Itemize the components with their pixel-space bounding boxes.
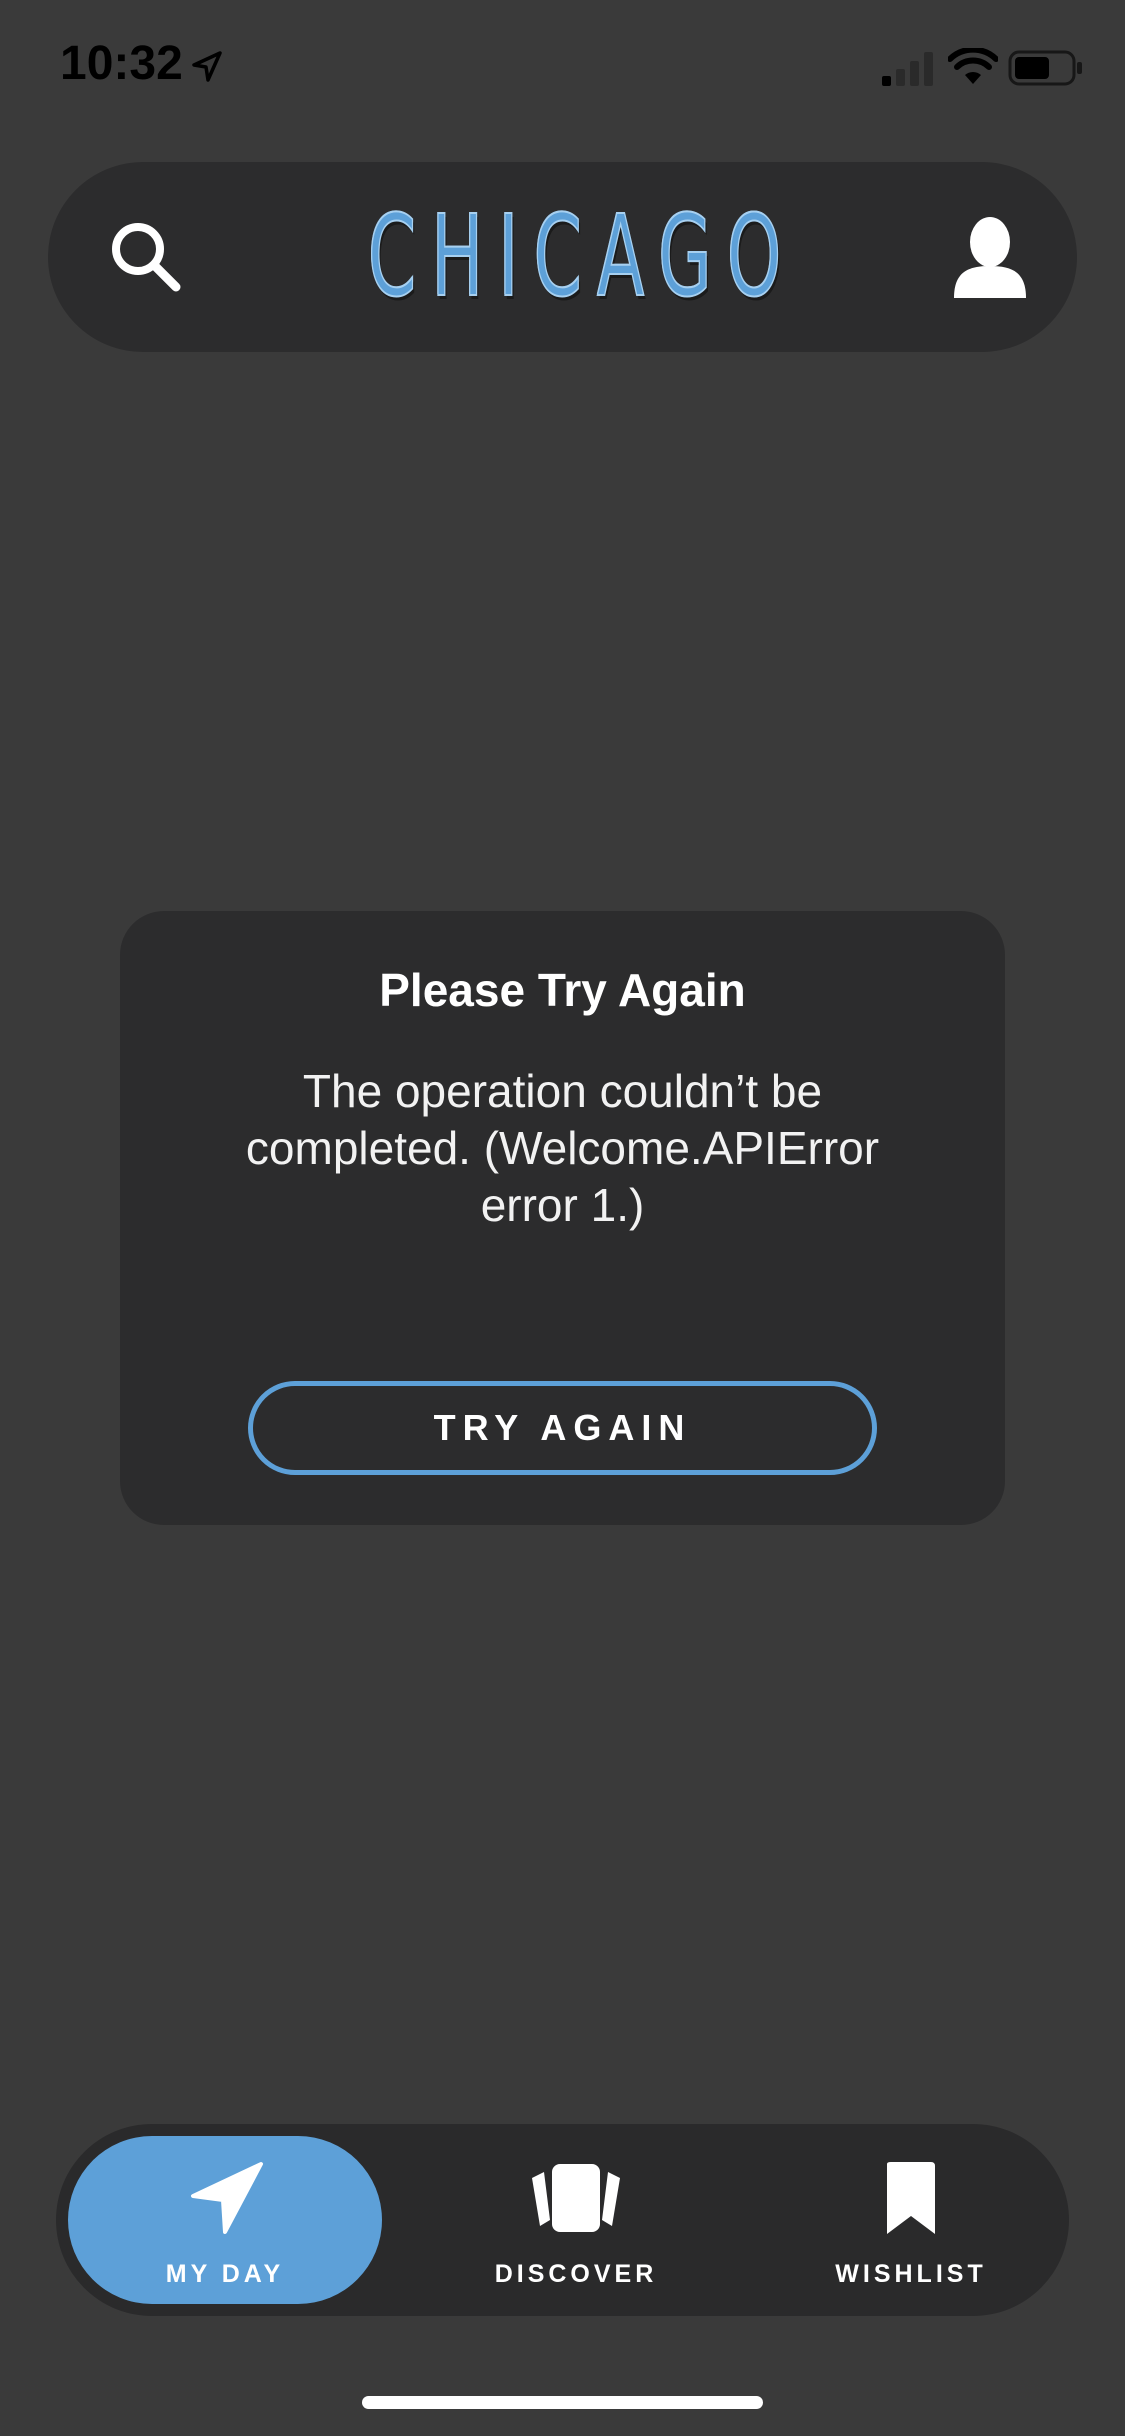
location-arrow-icon (192, 51, 222, 82)
error-message: The operation couldn’t be completed. (We… (245, 1065, 880, 1231)
bottom-tab-bar: MY DAY DISCOVER WISHLIST (56, 2124, 1069, 2316)
city-title-logo: CHICAGO (367, 191, 797, 323)
search-icon[interactable] (106, 217, 186, 297)
cellular-signal-icon (882, 52, 933, 86)
bookmark-icon (887, 2162, 935, 2234)
tab-my-day[interactable]: MY DAY (68, 2136, 382, 2304)
battery-icon (1008, 50, 1082, 86)
tab-label-wishlist: WISHLIST (835, 2260, 987, 2288)
status-time: 10:32 (60, 37, 183, 90)
error-title: Please Try Again (379, 964, 746, 1016)
profile-icon[interactable] (948, 212, 1032, 302)
wifi-icon (948, 48, 998, 84)
try-again-label: TRY AGAIN (433, 1407, 692, 1448)
error-dialog: Please Try Again The operation couldn’t … (120, 911, 1005, 1525)
tab-label-discover: DISCOVER (494, 2260, 658, 2288)
navigation-arrow-icon (191, 2162, 263, 2234)
tab-discover[interactable]: DISCOVER (456, 2136, 696, 2304)
header-bar: CHICAGO (48, 162, 1077, 352)
cards-icon (532, 2164, 620, 2232)
tab-wishlist[interactable]: WISHLIST (791, 2136, 1031, 2304)
try-again-button[interactable]: TRY AGAIN (248, 1381, 877, 1475)
home-indicator[interactable] (362, 2396, 763, 2409)
tab-label-my-day: MY DAY (165, 2260, 285, 2288)
status-bar: 10:32 (0, 0, 1125, 135)
